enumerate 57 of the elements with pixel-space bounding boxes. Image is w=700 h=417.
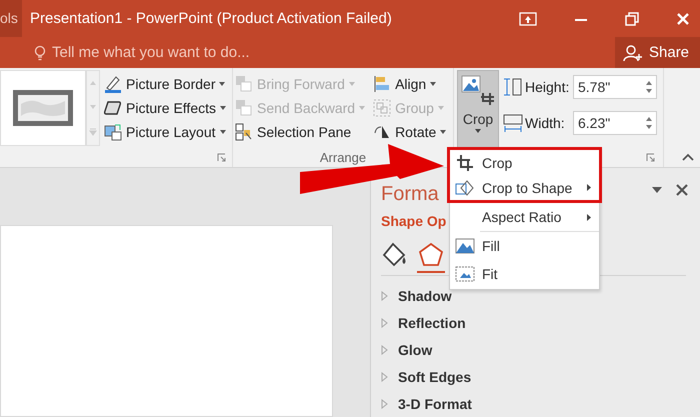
caret-icon[interactable] (430, 82, 436, 86)
tell-me-field[interactable]: Tell me what you want to do... (34, 44, 292, 61)
size-field[interactable]: 6.23" (573, 111, 657, 135)
field-label: Width: (525, 115, 566, 131)
add-person-icon (623, 44, 643, 62)
spinner-icon[interactable] (646, 116, 652, 130)
ribbon-command[interactable]: Selection Pane (256, 124, 352, 140)
caret-icon[interactable] (220, 130, 226, 134)
ribbon-command[interactable]: Align (394, 76, 428, 92)
spinner-icon[interactable] (646, 80, 652, 94)
width-icon (503, 113, 523, 133)
close-icon[interactable] (676, 184, 688, 196)
pane-subtitle[interactable]: Shape Op (381, 213, 446, 230)
align-icon[interactable] (373, 75, 392, 93)
share-button[interactable]: Share (615, 37, 700, 68)
ribbon-command[interactable]: Picture Border (125, 76, 216, 92)
dialog-launcher-icon[interactable] (646, 153, 655, 162)
layout-icon[interactable] (104, 123, 122, 141)
pane-options-icon[interactable] (652, 186, 662, 193)
section-header[interactable]: Glow (398, 342, 432, 358)
section-header[interactable]: Reflection (398, 314, 466, 330)
section-header[interactable]: Soft Edges (398, 368, 472, 384)
menu-item[interactable]: Aspect Ratio (482, 209, 587, 225)
section-header[interactable]: Shadow (398, 288, 452, 304)
pen-icon[interactable] (104, 75, 122, 93)
group-label: Arrange (318, 150, 368, 165)
size-field[interactable]: 5.78" (573, 75, 657, 99)
picture-icon (455, 266, 475, 282)
caret-icon[interactable] (220, 106, 226, 110)
ribbon-tab[interactable]: ols (0, 0, 22, 37)
ribbon-command[interactable]: Picture Effects (125, 100, 218, 116)
pane-title: Forma (381, 183, 439, 206)
menu-item[interactable]: Crop (482, 154, 591, 170)
menu-item[interactable]: Fill (482, 238, 591, 254)
menu-item[interactable]: Crop to Shape (482, 180, 587, 196)
ribbon-display-icon[interactable] (519, 12, 537, 26)
crop-button[interactable]: Crop (457, 70, 499, 150)
selection-pane-icon[interactable] (235, 123, 253, 141)
picture-style-thumbnail[interactable] (13, 90, 73, 126)
crop-to-shape-icon (455, 178, 475, 196)
height-icon (503, 77, 523, 97)
collapse-ribbon-icon[interactable] (682, 153, 694, 161)
section-header[interactable]: 3-D Format (398, 396, 472, 412)
ribbon-command[interactable]: Rotate (394, 124, 438, 140)
menu-item[interactable]: Fit (482, 266, 591, 282)
ribbon-command[interactable]: Picture Layout (125, 124, 216, 140)
crop-icon (456, 154, 474, 172)
lightbulb-icon (34, 44, 46, 60)
picture-icon (455, 238, 475, 254)
caret-icon[interactable] (440, 130, 446, 134)
dialog-launcher-icon[interactable] (217, 153, 226, 162)
shape-effects-icon[interactable] (104, 99, 122, 117)
restore-icon[interactable] (625, 12, 639, 26)
field-label: Height: (525, 79, 570, 95)
caret-icon[interactable] (219, 82, 226, 86)
caret-icon (475, 129, 481, 133)
window-title: Presentation1 - PowerPoint (Product Activation Failed) (30, 10, 392, 27)
